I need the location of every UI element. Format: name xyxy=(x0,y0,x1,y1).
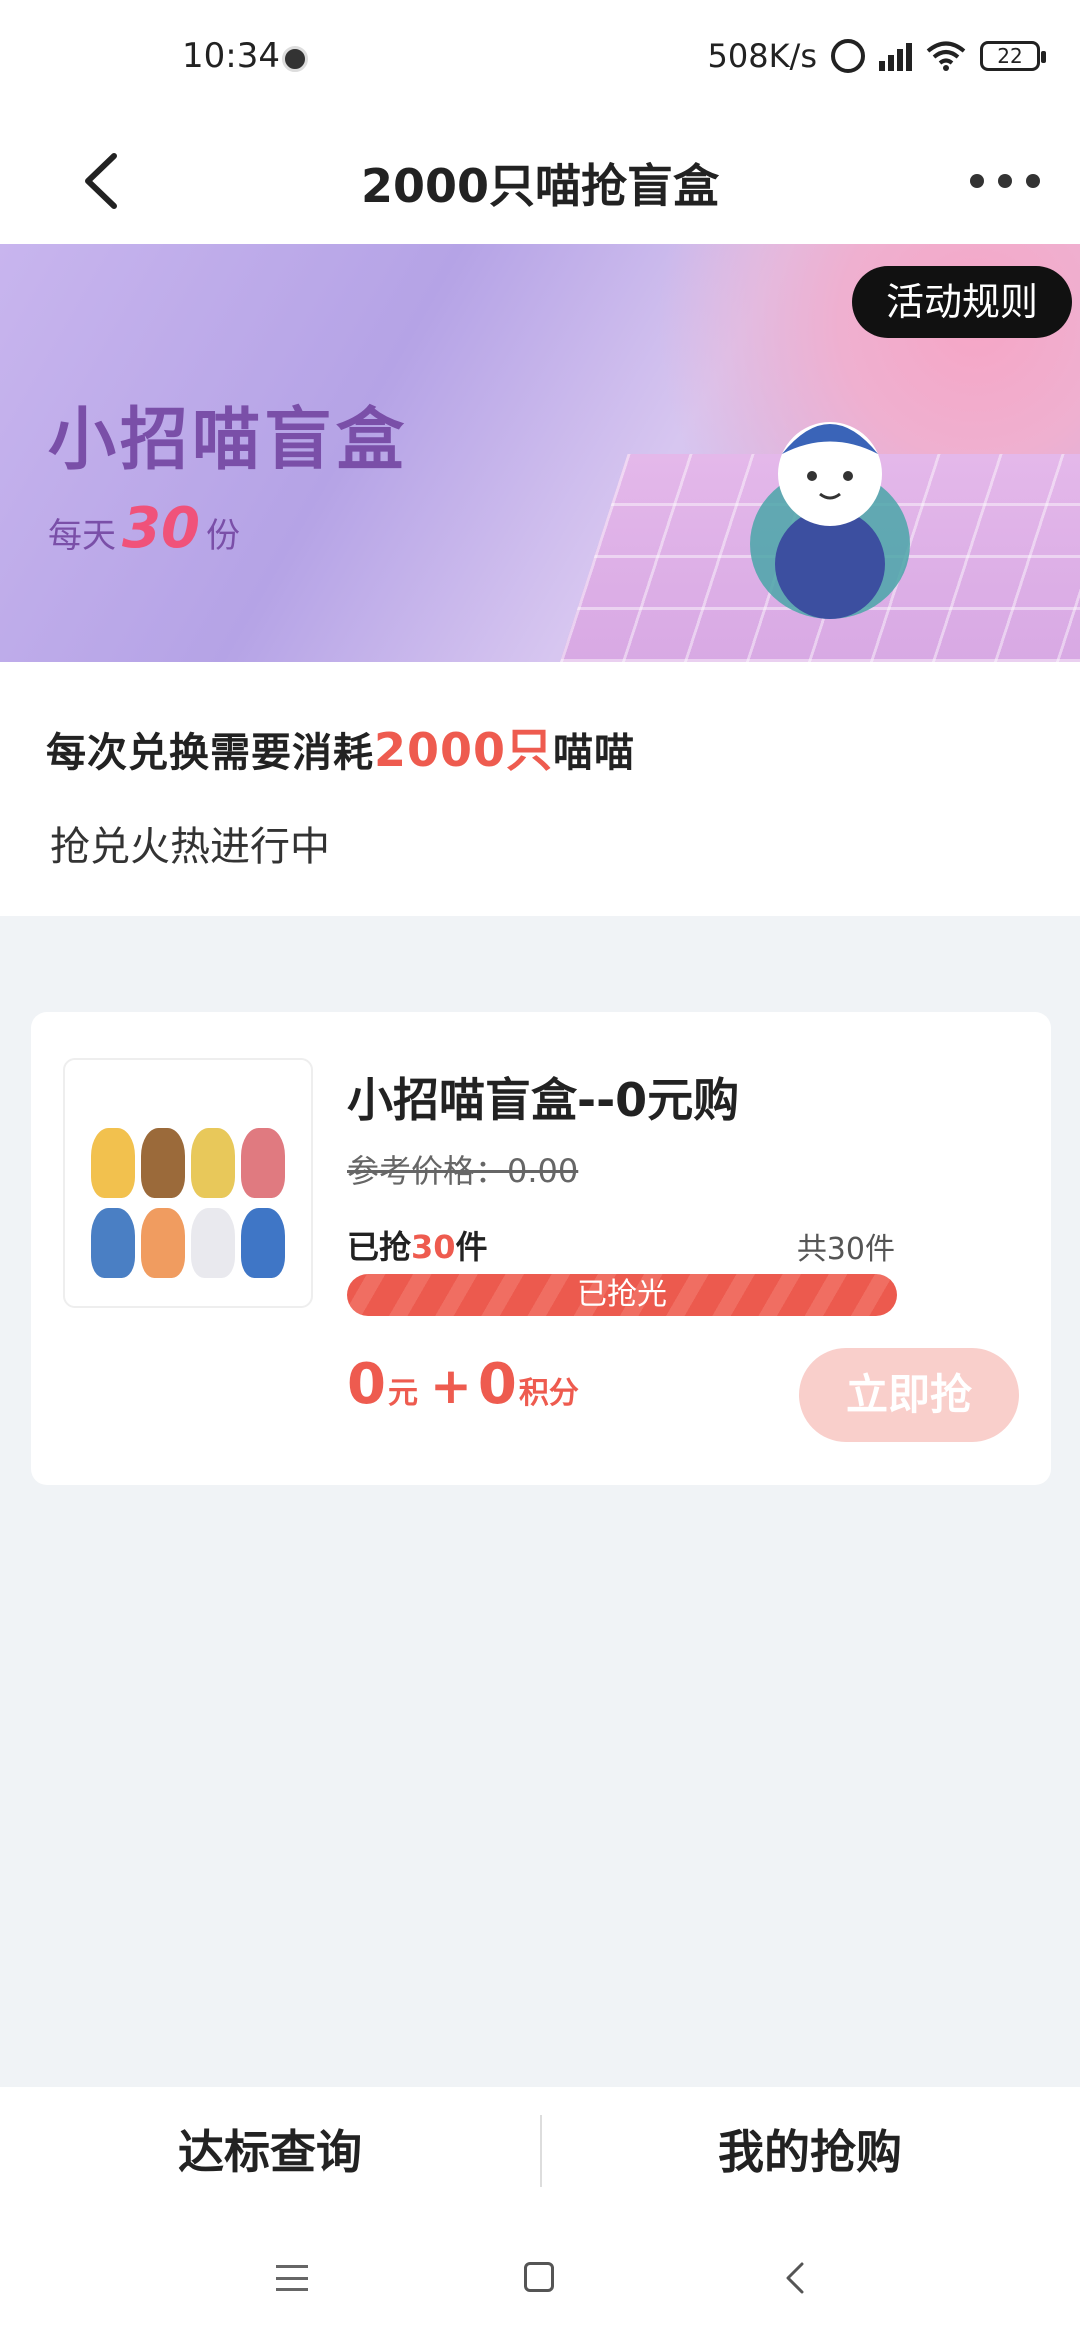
price-points-unit: 积分 xyxy=(518,1376,579,1411)
battery-icon: 22 xyxy=(980,41,1046,71)
nav-bar: 2000只喵抢盲盒 xyxy=(0,120,1080,244)
sold-number: 30 xyxy=(411,1228,456,1266)
cost-amount: 2000只 xyxy=(374,723,554,777)
cost-line: 每次兑换需要消耗2000只喵喵 xyxy=(46,714,635,780)
bottom-tab-bar: 达标查询 我的抢购 xyxy=(0,2087,1080,2217)
product-card[interactable]: 小招喵盲盒--0元购 参考价格：0.00 已抢30件 共30件 已抢光 0 元 … xyxy=(31,1012,1051,1485)
signal-icon xyxy=(879,41,912,71)
status-time: 10:34 xyxy=(182,36,280,76)
banner-title: 小招喵盲盒 xyxy=(48,400,409,480)
sold-prefix: 已抢 xyxy=(347,1228,412,1266)
home-icon[interactable] xyxy=(524,2262,554,2292)
network-speed: 508K/s xyxy=(707,37,817,75)
daily-suffix: 份 xyxy=(205,516,240,556)
daily-count: 30 xyxy=(122,496,200,561)
price: 0 元 + 0 积分 xyxy=(347,1352,585,1417)
grab-now-button[interactable]: 立即抢 xyxy=(799,1348,1019,1442)
product-name[interactable]: 小招喵盲盒--0元购 xyxy=(347,1064,739,1130)
banner-daily-count: 每天 30 份 xyxy=(48,496,240,561)
cost-suffix: 喵喵 xyxy=(553,730,636,776)
wifi-icon xyxy=(926,41,966,71)
total-count: 共30件 xyxy=(796,1232,895,1267)
rules-button[interactable]: 活动规则 xyxy=(851,266,1072,338)
exchange-status: 抢兑火热进行中 xyxy=(50,824,330,870)
cost-prefix: 每次兑换需要消耗 xyxy=(46,730,374,776)
status-bar: 10:34 508K/s 22 xyxy=(0,0,1080,120)
exchange-info: 每次兑换需要消耗2000只喵喵 抢兑火热进行中 xyxy=(0,662,1080,916)
status-icons: 508K/s 22 xyxy=(707,36,1046,76)
cat-mascot-illustration xyxy=(750,422,910,619)
promo-banner: 小招喵盲盒 每天 30 份 活动规则 xyxy=(0,244,1080,662)
price-yuan-unit: 元 xyxy=(387,1376,418,1411)
notification-dot-icon xyxy=(282,46,308,72)
sold-count: 已抢30件 xyxy=(347,1222,488,1268)
system-nav-bar xyxy=(0,2217,1080,2340)
tab-qualification-query[interactable]: 达标查询 xyxy=(0,2087,540,2217)
price-points: 0 xyxy=(477,1352,517,1417)
price-yuan: 0 xyxy=(347,1352,386,1417)
system-back-icon[interactable] xyxy=(780,2261,808,2295)
recent-apps-icon[interactable] xyxy=(276,2265,308,2291)
tab-my-purchases[interactable]: 我的抢购 xyxy=(540,2087,1080,2217)
alarm-icon xyxy=(831,39,865,73)
more-dots-icon[interactable] xyxy=(970,156,1040,206)
price-plus: + xyxy=(429,1357,472,1415)
product-image[interactable] xyxy=(63,1058,313,1308)
page-title: 2000只喵抢盲盒 xyxy=(360,159,720,213)
sold-progress-bar: 已抢光 xyxy=(347,1274,897,1316)
sold-suffix: 件 xyxy=(455,1228,488,1266)
reference-price: 参考价格：0.00 xyxy=(347,1152,579,1190)
daily-prefix: 每天 xyxy=(48,516,116,556)
